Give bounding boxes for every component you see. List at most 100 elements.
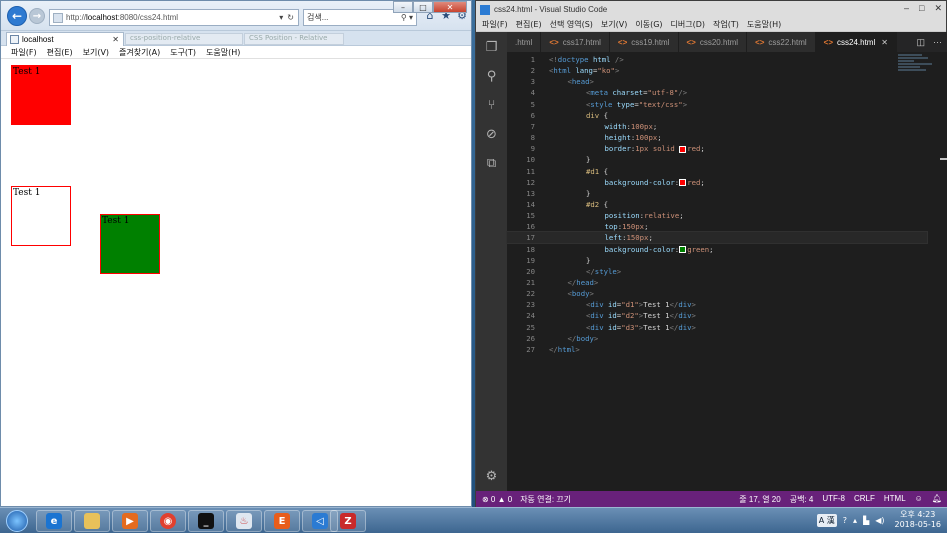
taskbar-media[interactable]: ▶: [112, 510, 148, 532]
menu-go[interactable]: 이동(G): [635, 19, 662, 30]
code-line[interactable]: 5 <style type="text/css">: [507, 99, 927, 110]
split-editor-icon[interactable]: ◫: [916, 37, 925, 48]
code-line[interactable]: 11 #d1 {: [507, 166, 927, 177]
code-line[interactable]: 27 </html>: [507, 344, 927, 355]
tab-css20[interactable]: <> css20.html: [678, 32, 748, 52]
code-line[interactable]: 19}: [507, 255, 927, 266]
tab-localhost[interactable]: localhost ✕: [6, 32, 124, 46]
code-line[interactable]: 3 <head>: [507, 76, 927, 87]
taskbar-chrome[interactable]: ◉: [150, 510, 186, 532]
menu-favorites[interactable]: 즐겨찾기(A): [119, 47, 160, 58]
extensions-icon[interactable]: ⧉: [484, 156, 499, 171]
tab-css19[interactable]: <> css19.html: [609, 32, 679, 52]
menu-tasks[interactable]: 작업(T): [713, 19, 739, 30]
file-encoding[interactable]: UTF-8: [822, 494, 845, 505]
taskbar-editor[interactable]: E: [264, 510, 300, 532]
tab-background-1[interactable]: css-position-relative: [125, 33, 243, 45]
maximize-button[interactable]: □: [919, 3, 924, 14]
menu-tools[interactable]: 도구(T): [170, 47, 196, 58]
address-bar[interactable]: http://localhost:8080/css24.html ▾ ↻: [49, 9, 299, 26]
taskbar-cmd[interactable]: _: [188, 510, 224, 532]
code-line[interactable]: 15 position:relative;: [507, 210, 927, 221]
close-button[interactable]: ✕: [934, 3, 942, 14]
help-icon[interactable]: ?: [843, 516, 847, 525]
taskbar-java[interactable]: ♨: [226, 510, 262, 532]
code-line[interactable]: 4 <meta charset="utf-8"/>: [507, 87, 927, 98]
status-bar: ⊗ 0 ▲ 0 자동 연결: 끄기 줄 17, 열 20 공백: 4 UTF-8…: [476, 491, 947, 507]
code-line[interactable]: 8 height:100px;: [507, 132, 927, 143]
menu-edit[interactable]: 편집(E): [47, 47, 73, 58]
tab-close-icon[interactable]: ✕: [112, 35, 119, 44]
explorer-files-icon[interactable]: ❐: [484, 40, 499, 55]
dropdown-arrow-icon[interactable]: ▾: [279, 13, 283, 22]
settings-gear-icon[interactable]: ⚙: [484, 469, 499, 484]
editor-scrollbar[interactable]: [940, 52, 947, 491]
code-line[interactable]: 26 </body>: [507, 333, 927, 344]
minimize-button[interactable]: –: [393, 1, 413, 13]
forward-button[interactable]: →: [29, 8, 45, 24]
menu-selection[interactable]: 선택 영역(S): [550, 19, 593, 30]
code-line[interactable]: 24 <div id="d2">Test 1</div>: [507, 310, 927, 321]
start-button[interactable]: [6, 510, 28, 532]
minimap[interactable]: [898, 54, 938, 84]
language-mode[interactable]: HTML: [884, 494, 906, 505]
show-hidden-icons-icon[interactable]: ▴: [853, 516, 857, 525]
code-line[interactable]: 23 <div id="d1">Test 1</div>: [507, 299, 927, 310]
notifications-bell-icon[interactable]: 🔔︎: [932, 494, 942, 505]
minimize-button[interactable]: –: [904, 3, 909, 14]
problems-status[interactable]: ⊗ 0 ▲ 0: [482, 495, 512, 504]
line-ending[interactable]: CRLF: [854, 494, 875, 505]
menu-help[interactable]: 도움말(H): [747, 19, 781, 30]
code-line[interactable]: 10}: [507, 154, 927, 165]
volume-icon[interactable]: ◀): [875, 516, 884, 525]
menu-file[interactable]: 파일(F): [11, 47, 37, 58]
close-button[interactable]: ✕: [433, 1, 467, 13]
more-actions-icon[interactable]: ···: [933, 37, 942, 47]
tab-html[interactable]: .html: [507, 32, 542, 52]
code-line[interactable]: 18 background-color: green;: [507, 244, 927, 255]
network-icon[interactable]: ▙: [863, 516, 869, 525]
cursor-position[interactable]: 줄 17, 열 20: [739, 494, 780, 505]
source-control-icon[interactable]: ⑂: [484, 98, 499, 113]
code-line[interactable]: 25 <div id="d3">Test 1</div>: [507, 322, 927, 333]
code-line[interactable]: 13}: [507, 188, 927, 199]
maximize-button[interactable]: □: [413, 1, 433, 13]
search-icon[interactable]: ⚲: [484, 69, 499, 84]
clock[interactable]: 오후 4:23 2018-05-16: [895, 510, 942, 530]
feedback-smiley-icon[interactable]: ☺: [915, 494, 923, 505]
auto-connect-status[interactable]: 자동 연결: 끄기: [520, 494, 571, 505]
taskbar-filezilla[interactable]: Z: [330, 510, 366, 532]
back-button[interactable]: ←: [7, 6, 27, 26]
code-line[interactable]: 9 border:1px solid red;: [507, 143, 927, 154]
taskbar-ie[interactable]: e: [36, 510, 72, 532]
code-line[interactable]: 20 </style>: [507, 266, 927, 277]
code-line[interactable]: 14 #d2 {: [507, 199, 927, 210]
input-language[interactable]: A 漢: [816, 513, 837, 527]
code-line[interactable]: 17 left:150px;: [506, 231, 928, 245]
code-line[interactable]: 6 div {: [507, 110, 927, 121]
menu-view[interactable]: 보기(V): [601, 19, 627, 30]
refresh-icon[interactable]: ↻: [287, 13, 294, 22]
tab-css24[interactable]: <> css24.html ✕: [815, 32, 897, 52]
code-line[interactable]: 22 <body>: [507, 288, 927, 299]
code-line[interactable]: 7 width:100px;: [507, 121, 927, 132]
tab-close-icon[interactable]: ✕: [881, 38, 888, 47]
code-line[interactable]: 2 <html lang="ko">: [507, 65, 927, 76]
taskbar-explorer[interactable]: [74, 510, 110, 532]
code-editor[interactable]: 1 <!doctype html /> 2 <html lang="ko"> 3 <hea…: [506, 52, 947, 491]
tab-background-2[interactable]: CSS Position - Relative: [244, 33, 344, 45]
tab-css17[interactable]: <> css17.html: [541, 32, 610, 52]
menu-file[interactable]: 파일(F): [482, 19, 508, 30]
indent-spaces[interactable]: 공백: 4: [790, 494, 814, 505]
menu-debug[interactable]: 디버그(D): [671, 19, 705, 30]
search-icon[interactable]: ⚲ ▾: [401, 13, 416, 22]
code-line[interactable]: 12 background-color: red;: [507, 177, 927, 188]
code-line[interactable]: 16 top:150px;: [507, 221, 927, 232]
menu-edit[interactable]: 편집(E): [516, 19, 542, 30]
menu-help[interactable]: 도움말(H): [206, 47, 240, 58]
code-line[interactable]: 21 </head>: [507, 277, 927, 288]
code-line[interactable]: 1 <!doctype html />: [507, 54, 927, 65]
menu-view[interactable]: 보기(V): [83, 47, 109, 58]
tab-css22[interactable]: <> css22.html: [747, 32, 816, 52]
debug-icon[interactable]: ⊘: [484, 127, 499, 142]
